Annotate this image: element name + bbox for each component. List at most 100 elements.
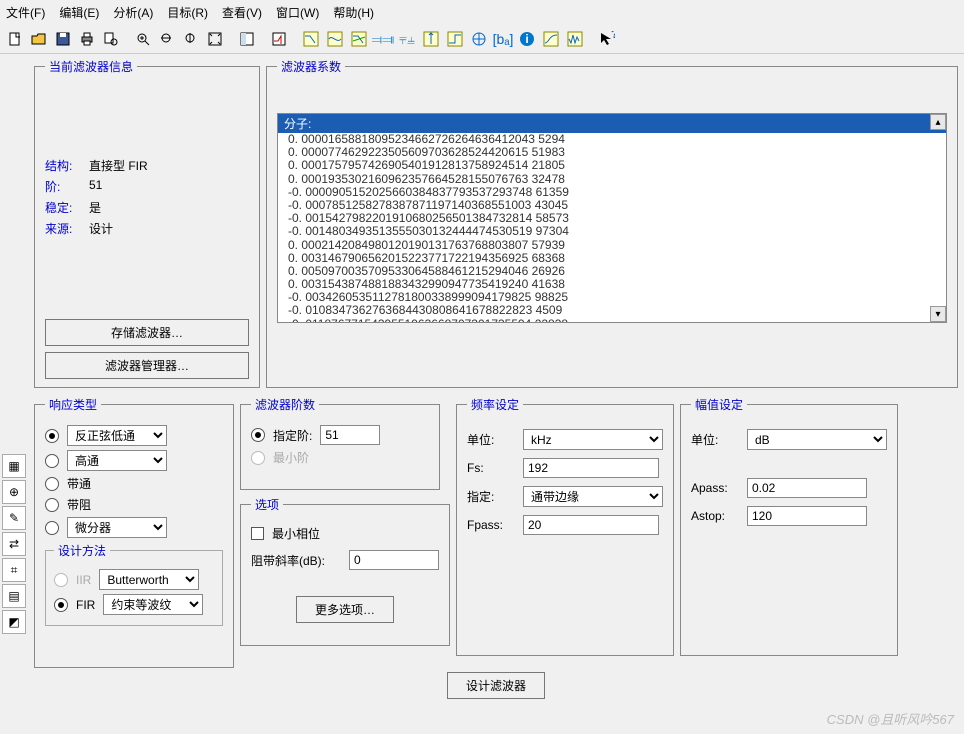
source-value: 设计 <box>89 220 113 237</box>
order-value: 51 <box>89 178 102 195</box>
stopband-slope-input[interactable] <box>349 550 439 570</box>
resp-radio-3[interactable] <box>45 498 59 512</box>
print-preview-icon[interactable] <box>100 28 122 50</box>
iir-select[interactable]: Butterworth <box>99 569 199 590</box>
specify-order-label: 指定阶: <box>273 427 312 444</box>
new-icon[interactable] <box>4 28 26 50</box>
store-filter-button[interactable]: 存储滤波器… <box>45 319 249 346</box>
iir-radio <box>54 573 68 587</box>
lt-design-tool-icon[interactable]: ✎ <box>2 506 26 530</box>
coeff-line: -0. 0108347362763684430808641678822823 4… <box>288 304 936 317</box>
fir-radio[interactable] <box>54 598 68 612</box>
coeff-header: 分子: <box>278 114 946 133</box>
apass-input[interactable] <box>747 478 867 498</box>
open-icon[interactable] <box>28 28 50 50</box>
response-type-title: 响应类型 <box>45 396 101 413</box>
menu-analyze[interactable]: 分析(A) <box>113 4 153 21</box>
lt-realize-icon[interactable]: ▤ <box>2 584 26 608</box>
astop-input[interactable] <box>747 506 867 526</box>
coeff-icon[interactable]: [bₐ] <box>492 28 514 50</box>
resp-radio-2[interactable] <box>45 477 59 491</box>
coeff-title: 滤波器系数 <box>277 58 345 75</box>
resp-label-3: 带阻 <box>67 496 91 513</box>
spec-view-icon[interactable] <box>236 28 258 50</box>
main-area: 当前滤波器信息 结构:直接型 FIR 阶:51 稳定:是 来源:设计 存储滤波器… <box>28 54 964 699</box>
group-delay-icon[interactable]: ⫤⫥ <box>372 28 394 50</box>
menu-target[interactable]: 目标(R) <box>167 4 208 21</box>
response-type-panel: 响应类型 反正弦低通 高通 带通 带阻 微分器 设计方法 IIRButterwo… <box>34 396 234 668</box>
apass-label: Apass: <box>691 481 739 495</box>
design-method-title: 设计方法 <box>54 542 110 559</box>
mag-resp-icon[interactable] <box>300 28 322 50</box>
fs-input[interactable] <box>523 458 659 478</box>
design-filter-button[interactable]: 设计滤波器 <box>447 672 545 699</box>
resp-select-4[interactable]: 微分器 <box>67 517 167 538</box>
coeff-line: -0. 0118767715439551963668707301735594 2… <box>288 318 936 323</box>
lt-transform-icon[interactable]: ⇄ <box>2 532 26 556</box>
zoom-x-icon[interactable] <box>156 28 178 50</box>
stable-value: 是 <box>89 199 101 216</box>
phase-delay-icon[interactable]: ⫧⫨ <box>396 28 418 50</box>
filter-info-icon[interactable]: i <box>516 28 538 50</box>
mag-unit-select[interactable]: dB <box>747 429 887 450</box>
toolbar: ⫤⫥ ⫧⫨ [bₐ] i ? <box>0 25 964 54</box>
step-icon[interactable] <box>444 28 466 50</box>
fs-label: Fs: <box>467 461 515 475</box>
filter-spec-icon[interactable] <box>268 28 290 50</box>
coeff-listbox[interactable]: 分子: 0. 000016588180952346627262646364120… <box>277 113 947 323</box>
filter-manager-button[interactable]: 滤波器管理器… <box>45 352 249 379</box>
filter-order-title: 滤波器阶数 <box>251 396 319 413</box>
specify-order-radio[interactable] <box>251 428 265 442</box>
lt-polezero-tool-icon[interactable]: ⊕ <box>2 480 26 504</box>
left-toolstrip: ▦ ⊕ ✎ ⇄ ⌗ ▤ ◩ <box>0 54 28 699</box>
fpass-input[interactable] <box>523 515 659 535</box>
fir-label: FIR <box>76 598 95 612</box>
svg-text:i: i <box>525 32 528 46</box>
lt-grid-icon[interactable]: ▦ <box>2 454 26 478</box>
source-label: 来源: <box>45 220 89 237</box>
freq-spec-select[interactable]: 通带边缘 <box>523 486 663 507</box>
specify-order-input[interactable] <box>320 425 380 445</box>
zoom-y-icon[interactable] <box>180 28 202 50</box>
resp-select-0[interactable]: 反正弦低通 <box>67 425 167 446</box>
lt-quantize-icon[interactable]: ⌗ <box>2 558 26 582</box>
mag-resp2-icon[interactable] <box>540 28 562 50</box>
menu-file[interactable]: 文件(F) <box>6 4 45 21</box>
struct-label: 结构: <box>45 157 89 174</box>
lt-export-icon[interactable]: ◩ <box>2 610 26 634</box>
menu-bar: 文件(F) 编辑(E) 分析(A) 目标(R) 查看(V) 窗口(W) 帮助(H… <box>0 0 964 25</box>
zoom-in-icon[interactable] <box>132 28 154 50</box>
scroll-down-icon[interactable]: ▾ <box>930 306 946 322</box>
magphase-icon[interactable] <box>348 28 370 50</box>
menu-view[interactable]: 查看(V) <box>222 4 262 21</box>
polezero-icon[interactable] <box>468 28 490 50</box>
resp-radio-0[interactable] <box>45 429 59 443</box>
coeff-line: 0. 0031467906562015223771722194356925 68… <box>288 252 936 265</box>
freq-title: 频率设定 <box>467 396 523 413</box>
noise-icon[interactable] <box>564 28 586 50</box>
help-pointer-icon[interactable]: ? <box>596 28 618 50</box>
stopband-slope-label: 阻带斜率(dB): <box>251 552 341 569</box>
menu-edit[interactable]: 编辑(E) <box>59 4 99 21</box>
design-method-panel: 设计方法 IIRButterworth FIR约束等波纹 <box>45 542 223 626</box>
save-icon[interactable] <box>52 28 74 50</box>
menu-window[interactable]: 窗口(W) <box>276 4 319 21</box>
impulse-icon[interactable] <box>420 28 442 50</box>
coeff-line: -0. 0000905152025660384837793537293748 6… <box>288 186 936 199</box>
resp-select-1[interactable]: 高通 <box>67 450 167 471</box>
coeff-line: 0. 0002142084980120190131763768803807 57… <box>288 239 936 252</box>
fir-select[interactable]: 约束等波纹 <box>103 594 203 615</box>
zoom-fit-icon[interactable] <box>204 28 226 50</box>
resp-radio-4[interactable] <box>45 521 59 535</box>
min-phase-checkbox[interactable] <box>251 527 264 540</box>
resp-radio-1[interactable] <box>45 454 59 468</box>
scroll-up-icon[interactable]: ▴ <box>930 114 946 130</box>
print-icon[interactable] <box>76 28 98 50</box>
astop-label: Astop: <box>691 509 739 523</box>
resp-label-2: 带通 <box>67 475 91 492</box>
menu-help[interactable]: 帮助(H) <box>333 4 374 21</box>
freq-unit-select[interactable]: kHz <box>523 429 663 450</box>
more-options-button[interactable]: 更多选项… <box>296 596 394 623</box>
stable-label: 稳定: <box>45 199 89 216</box>
phase-resp-icon[interactable] <box>324 28 346 50</box>
